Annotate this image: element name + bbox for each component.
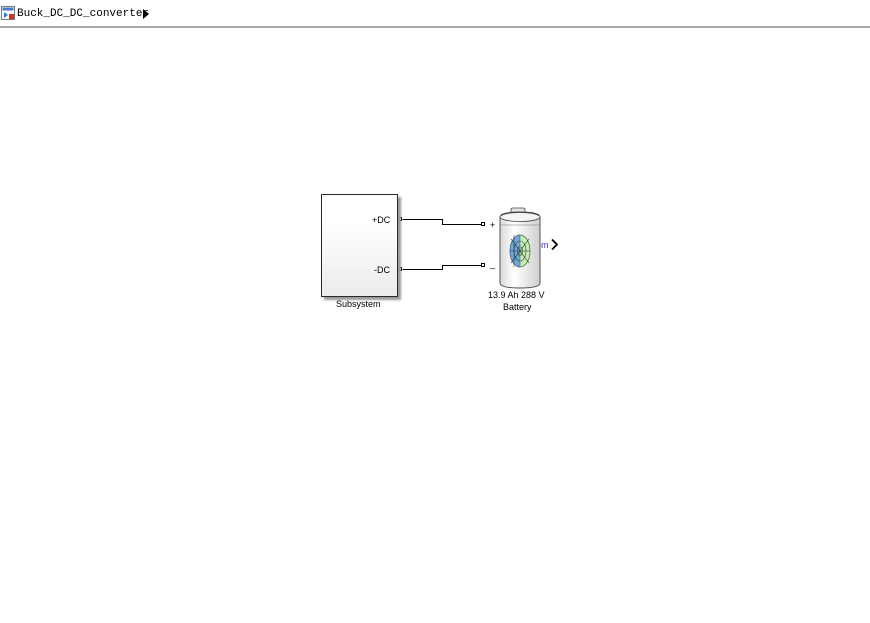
battery-icon[interactable] — [497, 207, 543, 289]
battery-measure-port-label: m — [541, 240, 549, 250]
breadcrumb: Buck_DC_DC_converter — [0, 0, 870, 28]
model-canvas[interactable] — [0, 30, 870, 623]
simulink-model-icon[interactable] — [1, 6, 15, 20]
model-name-link[interactable]: Buck_DC_DC_converter — [17, 7, 149, 21]
battery-plus-sign: + — [490, 220, 496, 230]
port-label-pos-dc: +DC — [372, 215, 391, 225]
battery-minus-sign: _ — [490, 259, 496, 269]
port-label-neg-dc: -DC — [374, 265, 390, 275]
battery-caption[interactable]: Battery — [503, 302, 532, 313]
subsystem-caption[interactable]: Subsystem — [336, 299, 381, 310]
subsystem-block[interactable] — [321, 194, 398, 297]
triangle-right-icon[interactable] — [142, 8, 150, 20]
battery-rating: 13.9 Ah 288 V — [488, 290, 545, 300]
